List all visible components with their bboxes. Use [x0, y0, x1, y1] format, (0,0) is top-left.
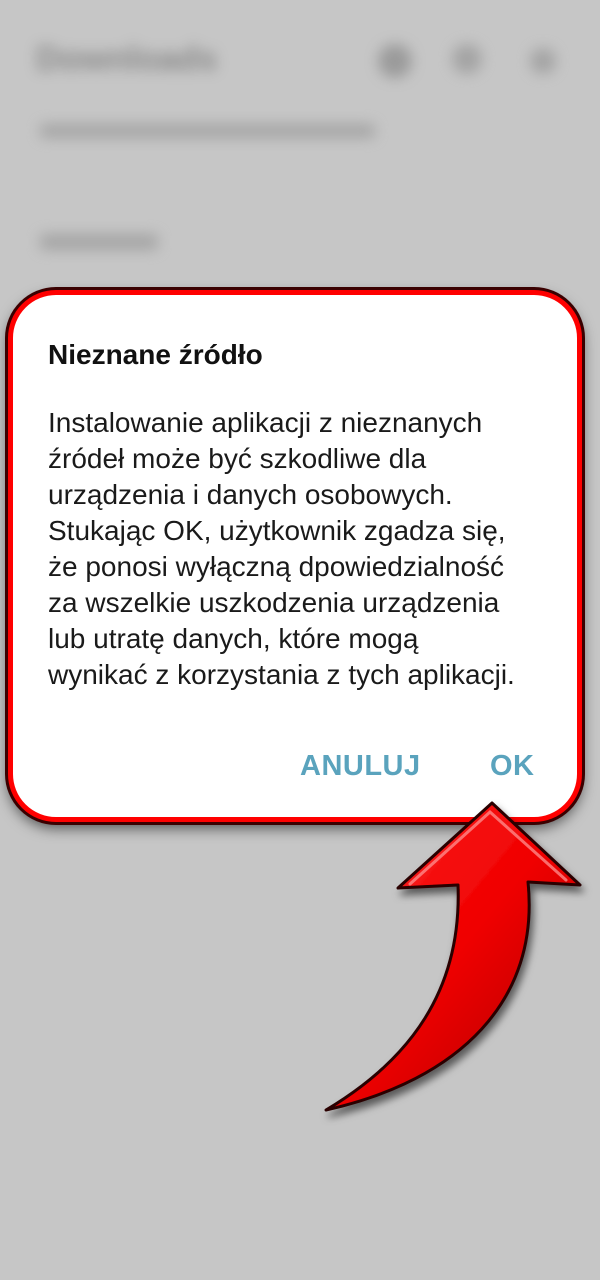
background-search-icon — [452, 44, 482, 74]
ok-button[interactable]: OK — [490, 750, 535, 783]
dialog-message-line: wynikać z korzystania z tych aplikacji. — [48, 659, 515, 690]
dialog-title: Nieznane źródło — [48, 339, 263, 370]
unknown-source-dialog: Nieznane źródło Instalowanie aplikacji z… — [8, 290, 582, 822]
screen: Downloads Nieznane źródło Instalowanie a… — [0, 0, 600, 1280]
background-path-placeholder — [40, 124, 375, 138]
background-date-placeholder — [40, 234, 158, 250]
dialog-message-line: Instalowanie aplikacji z nieznanych — [48, 407, 483, 438]
dialog-message-line: źródeł może być szkodliwe dla — [48, 443, 427, 474]
dialog-message-line: że ponosi wyłączną dpowiedzialność — [48, 551, 505, 582]
background-app-title: Downloads — [36, 40, 218, 78]
background-more-icon — [530, 48, 556, 74]
background-settings-icon — [378, 44, 412, 78]
dialog-message-line: za wszelkie uszkodzenia urządzenia — [48, 587, 500, 618]
cancel-button[interactable]: ANULUJ — [300, 750, 421, 783]
dialog-message: Instalowanie aplikacji z nieznanych źród… — [48, 405, 578, 693]
dialog-message-line: urządzenia i danych osobowych. — [48, 479, 453, 510]
dialog-message-line: Stukając OK, użytkownik zgadza się, — [48, 515, 506, 546]
dialog-message-line: lub utratę danych, które mogą — [48, 623, 419, 654]
